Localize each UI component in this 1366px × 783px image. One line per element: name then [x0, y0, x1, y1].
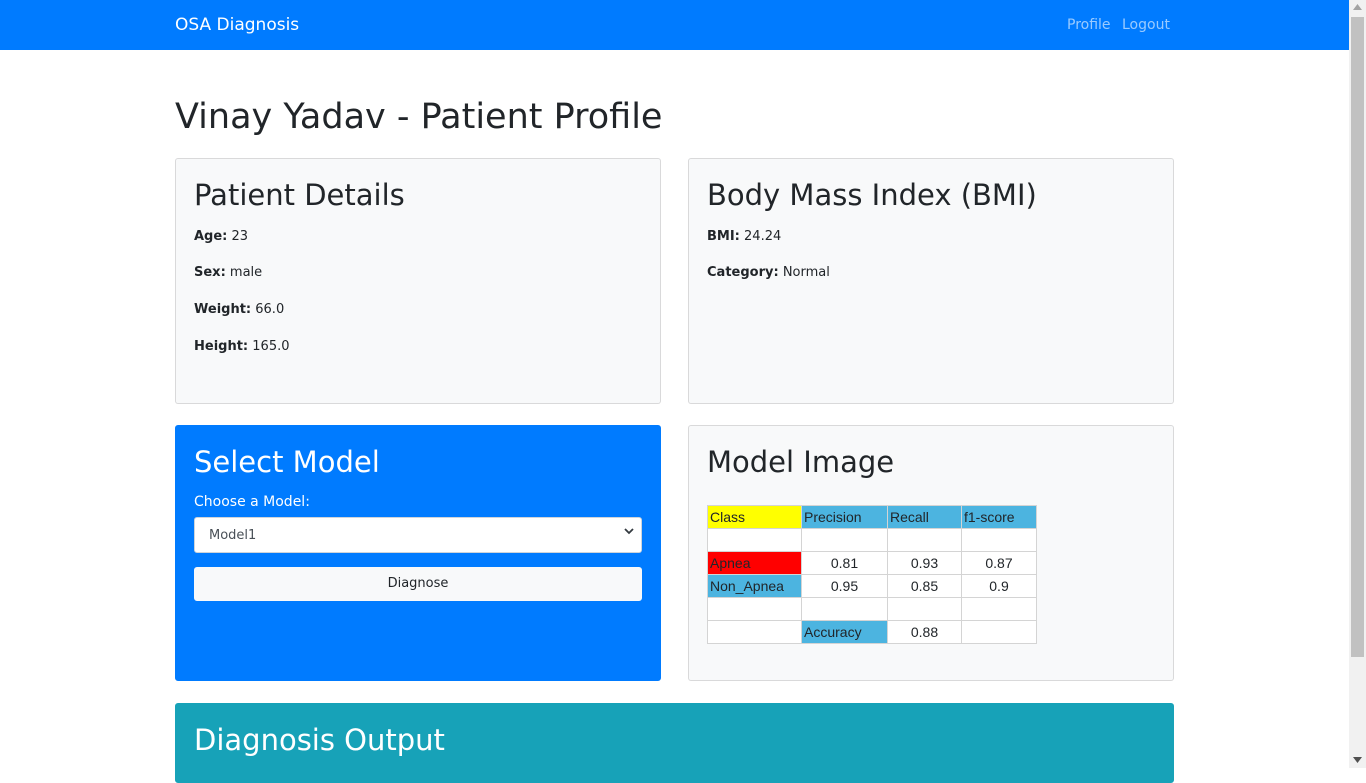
bmi-card: Body Mass Index (BMI) BMI: 24.24 Categor… — [688, 158, 1174, 404]
weight-value: 66.0 — [255, 301, 285, 317]
table-cell — [887, 527, 962, 552]
patient-details-title: Patient Details — [194, 178, 405, 212]
sex-value: male — [229, 265, 263, 281]
diagnose-button[interactable]: Diagnose — [194, 566, 642, 601]
model-image-card: Model Image Class Precision Recall f1-sc… — [688, 425, 1174, 681]
table-cell — [961, 596, 1037, 621]
bmi-value: 24.24 — [744, 228, 782, 244]
table-cell — [887, 596, 962, 621]
model-select[interactable]: Model1 — [194, 516, 642, 553]
non-apnea-precision: 0.95 — [801, 573, 888, 598]
apnea-label-cell: Apnea — [707, 550, 802, 575]
height-label: Height: — [194, 338, 249, 354]
sex-row: Sex: male — [194, 265, 642, 281]
sex-label: Sex: — [194, 265, 226, 281]
non-apnea-label-cell: Non_Apnea — [707, 573, 802, 598]
weight-row: Weight: 66.0 — [194, 302, 642, 318]
diagnosis-output-title: Diagnosis Output — [194, 723, 445, 757]
header-class: Class — [707, 504, 802, 529]
table-row: Accuracy 0.88 — [707, 619, 1037, 644]
table-cell — [707, 527, 802, 552]
category-row: Category: Normal — [707, 265, 1155, 281]
table-row: Apnea 0.81 0.93 0.87 — [707, 550, 1037, 575]
table-cell — [707, 619, 802, 644]
scrollbar-thumb[interactable] — [1351, 17, 1364, 657]
age-value: 23 — [231, 228, 249, 244]
accuracy-label-cell: Accuracy — [801, 619, 888, 644]
brand-link[interactable]: OSA Diagnosis — [175, 15, 299, 35]
table-header-row: Class Precision Recall f1-score — [707, 504, 1037, 529]
height-row: Height: 165.0 — [194, 339, 642, 355]
table-row — [707, 527, 1037, 552]
nav-logout-link[interactable]: Logout — [1122, 17, 1170, 33]
apnea-recall: 0.93 — [887, 550, 962, 575]
age-row: Age: 23 — [194, 229, 642, 245]
non-apnea-f1: 0.9 — [961, 573, 1037, 598]
nav-profile-link[interactable]: Profile — [1067, 17, 1111, 33]
table-cell — [961, 527, 1037, 552]
metrics-table: Class Precision Recall f1-score Apnea 0.… — [707, 504, 1037, 644]
select-model-card: Select Model Choose a Model: Model1 Diag… — [175, 425, 661, 681]
header-f1: f1-score — [961, 504, 1037, 529]
bmi-label: BMI: — [707, 228, 740, 244]
scroll-down-icon[interactable] — [1353, 757, 1362, 763]
apnea-precision: 0.81 — [801, 550, 888, 575]
navbar: OSA Diagnosis Profile Logout — [0, 0, 1349, 50]
accuracy-value: 0.88 — [887, 619, 962, 644]
scroll-up-icon[interactable] — [1353, 4, 1362, 10]
table-row: Non_Apnea 0.95 0.85 0.9 — [707, 573, 1037, 598]
diagnosis-output-card: Diagnosis Output — [175, 703, 1174, 783]
table-cell — [801, 527, 888, 552]
non-apnea-recall: 0.85 — [887, 573, 962, 598]
bmi-title: Body Mass Index (BMI) — [707, 178, 1037, 212]
age-label: Age: — [194, 228, 228, 244]
category-value: Normal — [782, 265, 830, 281]
table-cell — [961, 619, 1037, 644]
patient-details-card: Patient Details Age: 23 Sex: male Weight… — [175, 158, 661, 404]
table-cell — [801, 596, 888, 621]
weight-label: Weight: — [194, 301, 252, 317]
model-select-value: Model1 — [209, 527, 257, 543]
model-select-label: Choose a Model: — [194, 493, 310, 510]
select-model-title: Select Model — [194, 445, 380, 479]
apnea-f1: 0.87 — [961, 550, 1037, 575]
table-row — [707, 596, 1037, 621]
height-value: 165.0 — [252, 338, 290, 354]
page-title: Vinay Yadav - Patient Profile — [175, 97, 663, 137]
category-label: Category: — [707, 265, 779, 281]
bmi-row: BMI: 24.24 — [707, 229, 1155, 245]
model-image-title: Model Image — [707, 445, 895, 479]
chevron-down-icon — [624, 528, 634, 535]
scrollbar-track[interactable] — [1349, 0, 1366, 768]
header-recall: Recall — [887, 504, 962, 529]
table-cell — [707, 596, 802, 621]
header-precision: Precision — [801, 504, 888, 529]
